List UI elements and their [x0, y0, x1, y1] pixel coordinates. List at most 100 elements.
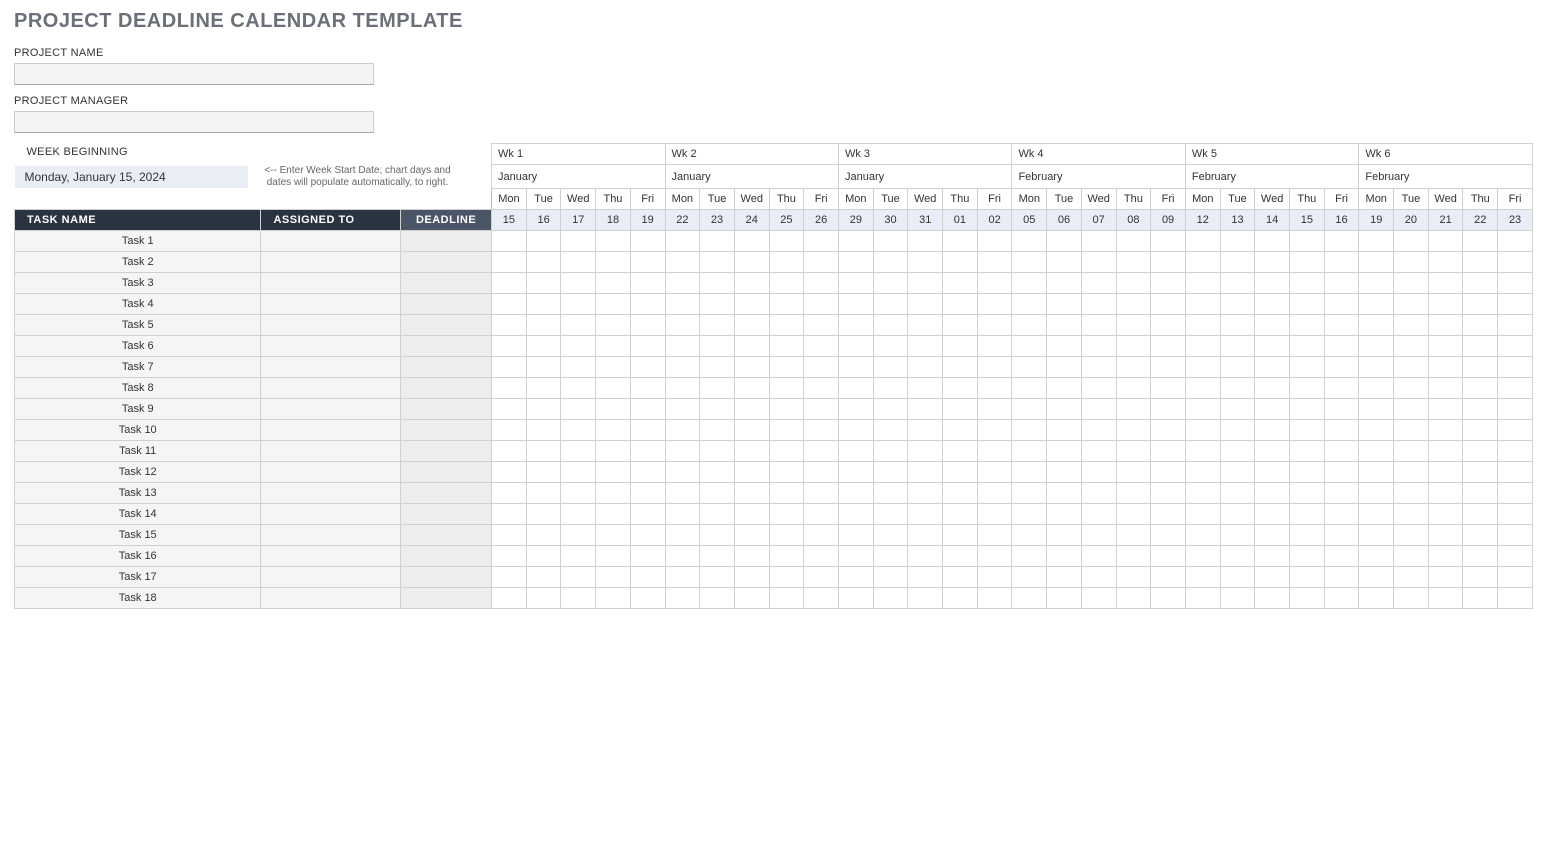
gantt-cell[interactable] [734, 546, 769, 567]
gantt-cell[interactable] [1081, 357, 1116, 378]
gantt-cell[interactable] [1012, 357, 1047, 378]
gantt-cell[interactable] [769, 252, 804, 273]
gantt-cell[interactable] [526, 420, 561, 441]
gantt-cell[interactable] [665, 378, 700, 399]
gantt-cell[interactable] [1047, 588, 1082, 609]
week-beginning-input[interactable] [15, 166, 248, 188]
gantt-cell[interactable] [977, 483, 1012, 504]
gantt-cell[interactable] [665, 336, 700, 357]
gantt-cell[interactable] [1359, 420, 1394, 441]
gantt-cell[interactable] [1116, 336, 1151, 357]
gantt-cell[interactable] [630, 504, 665, 525]
gantt-cell[interactable] [908, 357, 943, 378]
gantt-cell[interactable] [734, 315, 769, 336]
gantt-cell[interactable] [1116, 504, 1151, 525]
gantt-cell[interactable] [1359, 399, 1394, 420]
gantt-cell[interactable] [1359, 567, 1394, 588]
gantt-cell[interactable] [1047, 420, 1082, 441]
gantt-cell[interactable] [526, 252, 561, 273]
gantt-cell[interactable] [1185, 462, 1220, 483]
gantt-cell[interactable] [596, 588, 631, 609]
gantt-cell[interactable] [1463, 231, 1498, 252]
gantt-cell[interactable] [1255, 546, 1290, 567]
gantt-cell[interactable] [1185, 588, 1220, 609]
gantt-cell[interactable] [1047, 273, 1082, 294]
gantt-cell[interactable] [1428, 504, 1463, 525]
gantt-cell[interactable] [908, 273, 943, 294]
gantt-cell[interactable] [943, 315, 978, 336]
gantt-cell[interactable] [561, 525, 596, 546]
gantt-cell[interactable] [908, 378, 943, 399]
gantt-cell[interactable] [1498, 546, 1533, 567]
deadline-cell[interactable] [401, 567, 492, 588]
gantt-cell[interactable] [1428, 546, 1463, 567]
gantt-cell[interactable] [734, 294, 769, 315]
gantt-cell[interactable] [838, 567, 873, 588]
gantt-cell[interactable] [769, 567, 804, 588]
deadline-cell[interactable] [401, 252, 492, 273]
gantt-cell[interactable] [769, 315, 804, 336]
gantt-cell[interactable] [596, 378, 631, 399]
gantt-cell[interactable] [492, 336, 527, 357]
gantt-cell[interactable] [1359, 294, 1394, 315]
gantt-cell[interactable] [1463, 294, 1498, 315]
gantt-cell[interactable] [1463, 483, 1498, 504]
gantt-cell[interactable] [1012, 441, 1047, 462]
gantt-cell[interactable] [1324, 567, 1359, 588]
gantt-cell[interactable] [734, 483, 769, 504]
gantt-cell[interactable] [908, 441, 943, 462]
gantt-cell[interactable] [1220, 273, 1255, 294]
gantt-cell[interactable] [734, 357, 769, 378]
gantt-cell[interactable] [1324, 420, 1359, 441]
gantt-cell[interactable] [734, 567, 769, 588]
gantt-cell[interactable] [908, 588, 943, 609]
gantt-cell[interactable] [804, 462, 839, 483]
task-name-cell[interactable]: Task 11 [15, 441, 261, 462]
gantt-cell[interactable] [1081, 273, 1116, 294]
gantt-cell[interactable] [1324, 231, 1359, 252]
gantt-cell[interactable] [1289, 399, 1324, 420]
gantt-cell[interactable] [1394, 231, 1429, 252]
gantt-cell[interactable] [665, 462, 700, 483]
gantt-cell[interactable] [873, 420, 908, 441]
gantt-cell[interactable] [1394, 315, 1429, 336]
gantt-cell[interactable] [1151, 462, 1186, 483]
gantt-cell[interactable] [596, 252, 631, 273]
gantt-cell[interactable] [1151, 420, 1186, 441]
gantt-cell[interactable] [734, 336, 769, 357]
gantt-cell[interactable] [1220, 420, 1255, 441]
gantt-cell[interactable] [1116, 315, 1151, 336]
gantt-cell[interactable] [1255, 441, 1290, 462]
gantt-cell[interactable] [630, 315, 665, 336]
gantt-cell[interactable] [977, 504, 1012, 525]
assigned-cell[interactable] [261, 252, 401, 273]
gantt-cell[interactable] [630, 399, 665, 420]
gantt-cell[interactable] [977, 525, 1012, 546]
task-name-cell[interactable]: Task 10 [15, 420, 261, 441]
gantt-cell[interactable] [561, 252, 596, 273]
gantt-cell[interactable] [1047, 525, 1082, 546]
gantt-cell[interactable] [1185, 336, 1220, 357]
gantt-cell[interactable] [561, 504, 596, 525]
gantt-cell[interactable] [1185, 504, 1220, 525]
gantt-cell[interactable] [700, 357, 735, 378]
gantt-cell[interactable] [1255, 567, 1290, 588]
gantt-cell[interactable] [700, 273, 735, 294]
gantt-cell[interactable] [943, 483, 978, 504]
gantt-cell[interactable] [526, 399, 561, 420]
gantt-cell[interactable] [977, 546, 1012, 567]
gantt-cell[interactable] [873, 567, 908, 588]
gantt-cell[interactable] [492, 441, 527, 462]
gantt-cell[interactable] [1359, 462, 1394, 483]
gantt-cell[interactable] [630, 525, 665, 546]
gantt-cell[interactable] [873, 252, 908, 273]
gantt-cell[interactable] [1289, 462, 1324, 483]
gantt-cell[interactable] [1185, 441, 1220, 462]
gantt-cell[interactable] [596, 504, 631, 525]
gantt-cell[interactable] [1185, 525, 1220, 546]
gantt-cell[interactable] [1151, 399, 1186, 420]
gantt-cell[interactable] [700, 567, 735, 588]
gantt-cell[interactable] [561, 378, 596, 399]
gantt-cell[interactable] [908, 546, 943, 567]
gantt-cell[interactable] [838, 441, 873, 462]
